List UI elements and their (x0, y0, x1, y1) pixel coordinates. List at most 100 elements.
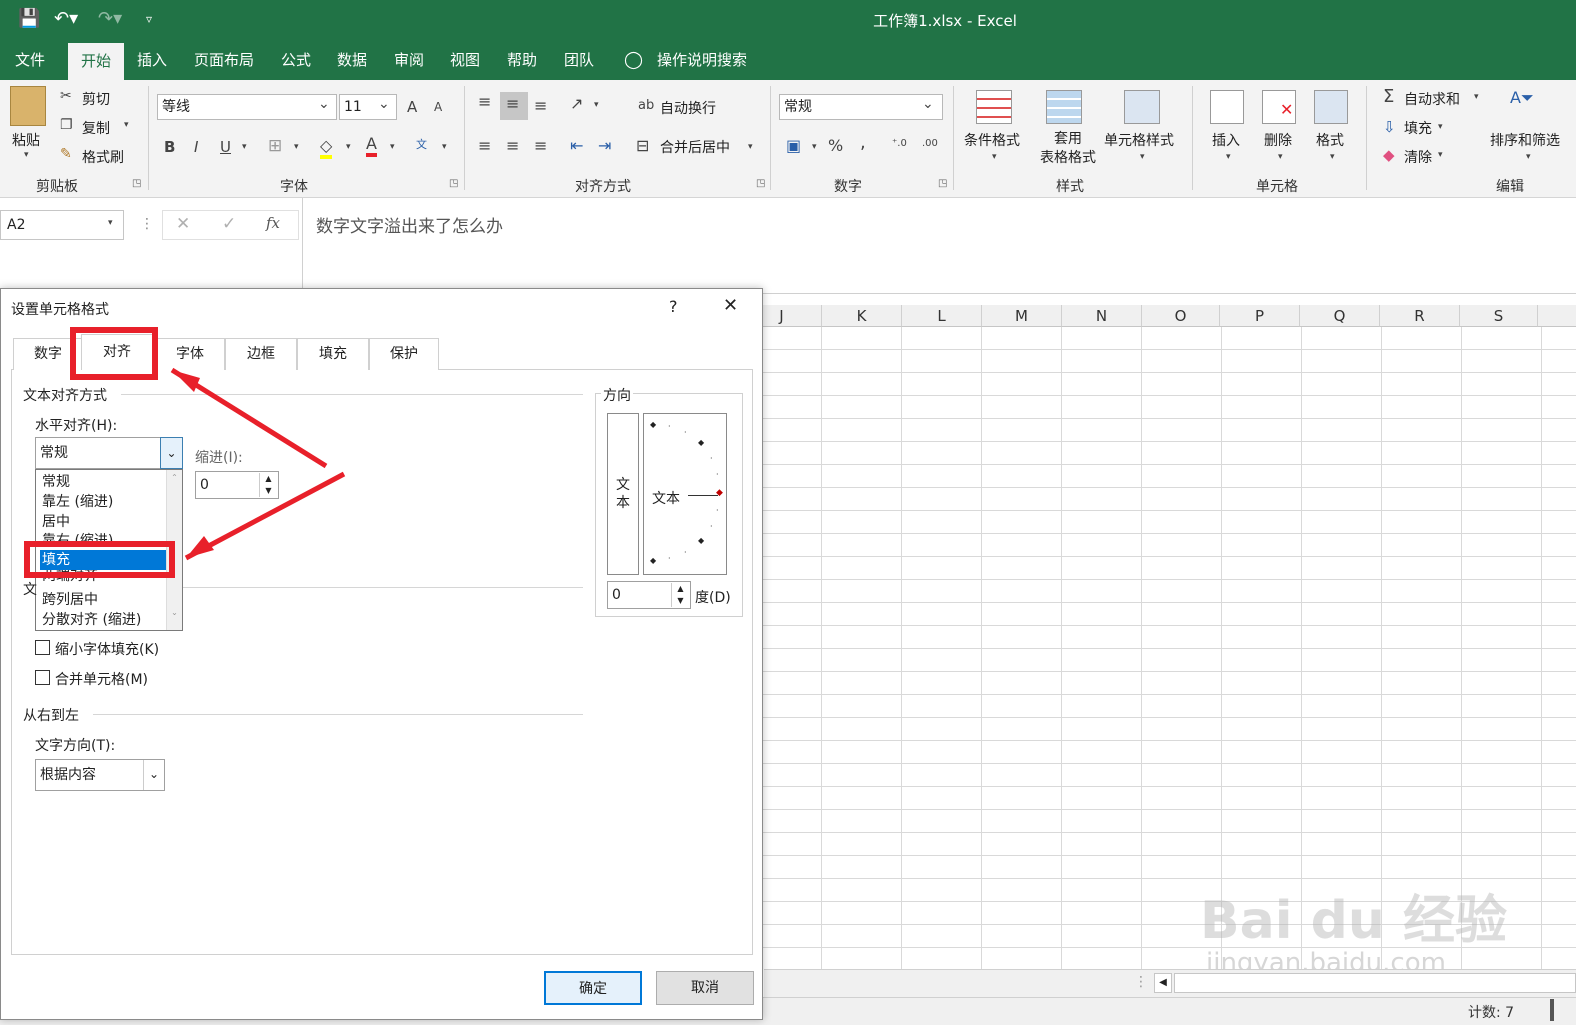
chevron-down-icon[interactable]: ▾ (24, 150, 29, 160)
tab-insert[interactable]: 插入 (128, 40, 176, 80)
chevron-down-icon[interactable]: ▾ (748, 142, 753, 152)
dialog-launcher-icon[interactable]: ◳ (449, 178, 458, 189)
underline-button[interactable]: U (220, 138, 231, 156)
decrease-indent-icon[interactable]: ⇤ (570, 136, 583, 155)
insert-cells-icon[interactable] (1210, 90, 1244, 124)
clear-button[interactable]: 清除 (1404, 147, 1432, 167)
format-cells-icon[interactable] (1314, 90, 1348, 124)
list-item[interactable]: 靠左 (缩进) (40, 492, 166, 512)
column-header-k[interactable]: K (822, 305, 902, 327)
align-top-icon[interactable]: ≡ (478, 92, 491, 111)
chevron-down-icon[interactable]: ▾ (812, 142, 817, 152)
chevron-down-icon[interactable]: ▾ (1140, 152, 1145, 162)
list-item[interactable]: 分散对齐 (缩进) (40, 610, 166, 630)
column-header-p[interactable]: P (1220, 305, 1300, 327)
chevron-down-icon[interactable]: ▾ (594, 100, 599, 110)
copy-button[interactable]: 复制 (82, 118, 110, 138)
merge-center-button[interactable]: 合并后居中 (660, 137, 730, 157)
column-header-r[interactable]: R (1380, 305, 1460, 327)
paste-button[interactable]: 粘贴 (12, 130, 40, 150)
column-header-t[interactable] (1538, 305, 1576, 327)
chevron-down-icon[interactable]: ▾ (1278, 152, 1283, 162)
conditional-format-button[interactable]: 条件格式 (964, 130, 1020, 150)
orientation-dial[interactable]: ◆ · · ◆ · · · · ◆ · · ◆ 文本 ◆ (643, 413, 727, 575)
format-cells-button[interactable]: 格式 (1316, 130, 1344, 150)
chevron-down-icon[interactable]: ▾ (124, 120, 129, 130)
phonetic-icon[interactable]: 文 (416, 136, 427, 152)
tab-protection[interactable]: 保护 (369, 338, 439, 370)
align-right-icon[interactable]: ≡ (534, 136, 547, 155)
grow-font-icon[interactable]: A (407, 98, 417, 116)
cancel-button[interactable]: 取消 (656, 971, 754, 1005)
font-name-box[interactable]: 等线 (157, 94, 337, 120)
close-button[interactable]: ✕ (723, 295, 738, 316)
decrease-decimal-icon[interactable]: .00 (922, 138, 938, 149)
format-painter-button[interactable]: 格式刷 (82, 147, 124, 167)
list-item[interactable]: 居中 (40, 512, 166, 532)
fill-color-icon[interactable]: ◇ (320, 136, 333, 159)
ok-button[interactable]: 确定 (544, 971, 642, 1005)
chevron-down-icon[interactable]: ⌄ (143, 760, 164, 790)
chevron-down-icon[interactable]: ▾ (1438, 122, 1443, 132)
percent-button[interactable]: % (828, 136, 843, 155)
cell-styles-icon[interactable] (1124, 90, 1160, 124)
cut-button[interactable]: 剪切 (82, 89, 110, 109)
chevron-down-icon[interactable]: ▾ (346, 142, 351, 152)
chevron-down-icon[interactable]: ▾ (1526, 152, 1531, 162)
delete-cells-button[interactable]: 删除 (1264, 130, 1292, 150)
orientation-handle-icon[interactable]: ◆ (716, 488, 723, 498)
bold-button[interactable]: B (164, 138, 175, 156)
chevron-down-icon[interactable]: ▾ (1330, 152, 1335, 162)
chevron-down-icon[interactable]: ▾ (294, 142, 299, 152)
chevron-down-icon[interactable]: ▾ (390, 142, 395, 152)
conditional-format-icon[interactable] (976, 90, 1012, 124)
align-bottom-icon[interactable]: ≡ (534, 96, 547, 115)
tab-formulas[interactable]: 公式 (272, 40, 320, 80)
format-as-table-button[interactable]: 套用 表格格式 (1030, 130, 1106, 168)
increase-indent-icon[interactable]: ⇥ (598, 136, 611, 155)
column-header-m[interactable]: M (982, 305, 1062, 327)
table-format-icon[interactable] (1046, 90, 1082, 124)
dialog-launcher-icon[interactable]: ◳ (132, 178, 141, 189)
tab-view[interactable]: 视图 (441, 40, 489, 80)
border-icon[interactable]: ⊞ (268, 136, 282, 156)
chevron-down-icon[interactable]: ⌄ (922, 96, 934, 112)
column-header-n[interactable]: N (1062, 305, 1142, 327)
currency-icon[interactable]: ▣ (786, 136, 801, 155)
comma-button[interactable]: , (860, 132, 866, 153)
dialog-launcher-icon[interactable]: ◳ (756, 178, 765, 189)
chevron-down-icon[interactable]: ▾ (1438, 150, 1443, 160)
chevron-down-icon[interactable]: ▾ (1226, 152, 1231, 162)
fill-button[interactable]: 填充 (1404, 118, 1432, 138)
chevron-down-icon[interactable]: ▾ (992, 152, 997, 162)
align-center-icon[interactable]: ≡ (506, 136, 519, 155)
chevron-down-icon[interactable]: ▾ (242, 142, 247, 152)
shrink-to-fit-checkbox[interactable] (35, 640, 50, 655)
sort-filter-button[interactable]: 排序和筛选 (1490, 130, 1560, 150)
shrink-font-icon[interactable]: A (434, 100, 442, 114)
chevron-down-icon[interactable]: ▾ (442, 142, 447, 152)
scroll-left-button[interactable]: ◀ (1154, 973, 1172, 993)
chevron-down-icon[interactable]: ▾ (108, 218, 113, 228)
tab-home[interactable]: 开始 (68, 43, 124, 80)
name-box[interactable]: A2 (0, 210, 124, 240)
chevron-down-icon[interactable]: ⌄ (378, 96, 390, 112)
confirm-check-icon[interactable]: ✓ (222, 214, 236, 234)
cell-styles-button[interactable]: 单元格样式 (1104, 130, 1174, 150)
wrap-text-button[interactable]: 自动换行 (660, 98, 716, 118)
column-header-l[interactable]: L (902, 305, 982, 327)
tab-review[interactable]: 审阅 (385, 40, 433, 80)
merge-cells-checkbox[interactable] (35, 670, 50, 685)
chevron-down-icon[interactable]: ⌄ (318, 96, 330, 112)
number-format-box[interactable]: 常规 (779, 94, 943, 120)
autosum-button[interactable]: 自动求和 (1404, 89, 1460, 109)
column-header-o[interactable]: O (1142, 305, 1220, 327)
column-header-q[interactable]: Q (1300, 305, 1380, 327)
tab-data[interactable]: 数据 (328, 40, 376, 80)
increase-decimal-icon[interactable]: ⁺.0 (892, 138, 907, 149)
list-item[interactable]: 跨列居中 (40, 590, 166, 610)
vertical-text-box[interactable]: 文 本 (607, 413, 639, 575)
insert-cells-button[interactable]: 插入 (1212, 130, 1240, 150)
dialog-launcher-icon[interactable]: ◳ (938, 178, 947, 189)
tab-help[interactable]: 帮助 (498, 40, 546, 80)
